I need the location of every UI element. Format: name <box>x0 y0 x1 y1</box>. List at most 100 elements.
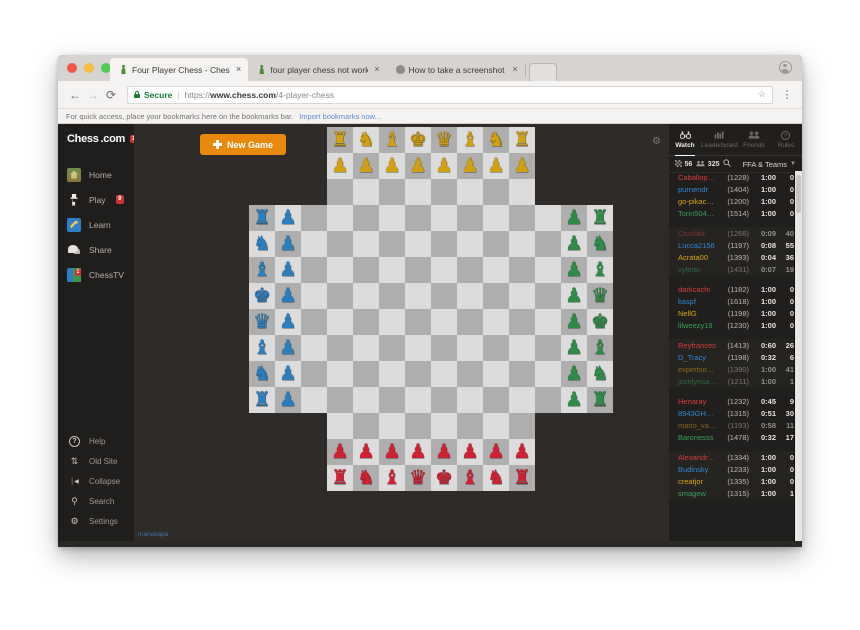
game-group[interactable]: darkcachi (1182) 1:00 0 kaspf (1618) 1:00 0 Nell… <box>669 283 802 331</box>
board-square[interactable] <box>379 283 405 309</box>
chess-piece[interactable]: ♜ <box>587 387 613 413</box>
board-square[interactable] <box>431 361 457 387</box>
chess-piece[interactable]: ♟ <box>561 335 587 361</box>
board-square[interactable] <box>431 257 457 283</box>
board-square[interactable] <box>301 361 327 387</box>
board-square[interactable] <box>405 205 431 231</box>
chess-piece[interactable]: ♛ <box>431 127 457 153</box>
chess-piece[interactable]: ♟ <box>561 309 587 335</box>
close-tab-icon[interactable]: × <box>236 65 241 74</box>
chess-piece[interactable]: ♟ <box>275 335 301 361</box>
board-square[interactable] <box>431 387 457 413</box>
chess-piece[interactable]: ♟ <box>431 153 457 179</box>
board-square[interactable] <box>483 387 509 413</box>
chess-piece[interactable]: ♝ <box>379 465 405 491</box>
address-bar[interactable]: Secure | https:// www.chess.com /4-playe… <box>127 85 773 104</box>
player-row[interactable]: Henaray (1232) 0:45 9 <box>669 395 802 407</box>
game-group[interactable]: Reyfrances (1413) 0:60 26 D_Tracy (1198) 0:32 6… <box>669 339 802 387</box>
player-row[interactable]: expertsource2 (1390) 1:00 41 <box>669 363 802 375</box>
chess-piece[interactable]: ♟ <box>457 153 483 179</box>
player-row[interactable]: Torin504576 (1514) 1:00 0 <box>669 207 802 219</box>
board-square[interactable] <box>483 179 509 205</box>
chess-piece[interactable]: ♟ <box>275 205 301 231</box>
chess-piece[interactable]: ♞ <box>353 127 379 153</box>
chess-piece[interactable]: ♚ <box>405 127 431 153</box>
sidebar-item-home[interactable]: Home <box>58 162 134 187</box>
chess-piece[interactable]: ♜ <box>587 205 613 231</box>
board-square[interactable] <box>509 179 535 205</box>
board-square[interactable] <box>353 179 379 205</box>
board-square[interactable] <box>509 205 535 231</box>
board-square[interactable] <box>483 413 509 439</box>
board-square[interactable] <box>483 283 509 309</box>
board-square[interactable] <box>535 361 561 387</box>
board-square[interactable] <box>457 205 483 231</box>
minimize-window-button[interactable] <box>84 63 94 73</box>
board-square[interactable] <box>327 387 353 413</box>
board-square[interactable] <box>353 309 379 335</box>
tab-watch[interactable]: Watch <box>669 124 701 156</box>
board-square[interactable] <box>509 413 535 439</box>
player-row[interactable]: D_Tracy (1198) 0:32 6 <box>669 351 802 363</box>
player-row[interactable]: smagew (1315) 1:00 1 <box>669 487 802 499</box>
game-group[interactable]: Henaray (1232) 0:45 9 8943GHWRGW3... (1315) 0:… <box>669 395 802 443</box>
chess-piece[interactable]: ♟ <box>483 439 509 465</box>
board-square[interactable] <box>353 283 379 309</box>
board-square[interactable] <box>327 205 353 231</box>
board-square[interactable] <box>353 361 379 387</box>
board-square[interactable] <box>327 231 353 257</box>
chess-piece[interactable]: ♝ <box>379 127 405 153</box>
board-square[interactable] <box>353 205 379 231</box>
board-square[interactable] <box>535 231 561 257</box>
board-square[interactable] <box>405 335 431 361</box>
board-square[interactable] <box>327 179 353 205</box>
tab-rules[interactable]: ? Rules <box>770 124 802 155</box>
board-square[interactable] <box>509 231 535 257</box>
board-square[interactable] <box>457 335 483 361</box>
board-square[interactable] <box>405 257 431 283</box>
chess-piece[interactable]: ♞ <box>353 465 379 491</box>
board-square[interactable] <box>301 205 327 231</box>
game-group[interactable]: Caballoprieto (1228) 1:00 0 purnendr (1404) 1:… <box>669 171 802 219</box>
board-square[interactable] <box>509 387 535 413</box>
chess-piece[interactable]: ♝ <box>587 335 613 361</box>
board-square[interactable] <box>535 283 561 309</box>
chess-piece[interactable]: ♝ <box>457 465 483 491</box>
chess-piece[interactable]: ♞ <box>483 127 509 153</box>
board-square[interactable] <box>535 387 561 413</box>
board-square[interactable] <box>483 231 509 257</box>
board-square[interactable] <box>301 257 327 283</box>
sidebar-item-old-site[interactable]: ⇅ Old Site <box>58 451 134 471</box>
board-square[interactable] <box>353 335 379 361</box>
board-square[interactable] <box>509 361 535 387</box>
board-square[interactable] <box>327 283 353 309</box>
close-window-button[interactable] <box>67 63 77 73</box>
chess-piece[interactable]: ♟ <box>561 205 587 231</box>
board-square[interactable] <box>483 309 509 335</box>
board-square[interactable] <box>431 335 457 361</box>
board-square[interactable] <box>509 257 535 283</box>
chess-piece[interactable]: ♟ <box>275 283 301 309</box>
player-row[interactable]: Acrata00 (1393) 0:04 36 <box>669 251 802 263</box>
board-square[interactable] <box>431 309 457 335</box>
player-row[interactable]: Budinsky (1233) 1:00 0 <box>669 463 802 475</box>
chess-piece[interactable]: ♟ <box>561 387 587 413</box>
four-player-chess-board[interactable]: ♜ ♞ ♝ ♚ ♛ ♝ ♞ ♜ ♟ ♟ ♟ ♟ ♟ ♟ ♟ ♟ ♜ ♞ ♝ ♚ ♛ ♝ ♞ ♜ ♟ ♟ ♟ ♟ ♟ ♟ ♟ ♟ ♟ ♟ ♟ ♟ ♟ ♟ ♟ ♟… <box>249 127 613 491</box>
forward-icon[interactable]: → <box>84 88 102 102</box>
board-square[interactable] <box>457 387 483 413</box>
sidebar-item-search[interactable]: ⚲ Search <box>58 491 134 511</box>
game-group[interactable]: AlexandruTanas (1334) 1:00 0 Budinsky (1233) 1… <box>669 451 802 499</box>
chess-piece[interactable]: ♜ <box>509 127 535 153</box>
chess-piece[interactable]: ♝ <box>249 257 275 283</box>
import-bookmarks-link[interactable]: Import bookmarks now... <box>299 112 381 121</box>
chess-piece[interactable]: ♛ <box>405 465 431 491</box>
chess-piece[interactable]: ♝ <box>587 257 613 283</box>
board-square[interactable] <box>379 309 405 335</box>
chess-piece[interactable]: ♟ <box>353 439 379 465</box>
player-row[interactable]: go-pikachu11 (1200) 1:00 0 <box>669 195 802 207</box>
board-square[interactable] <box>405 309 431 335</box>
player-row[interactable]: vyhnto (1431) 0:07 19 <box>669 263 802 275</box>
board-square[interactable] <box>327 335 353 361</box>
board-square[interactable] <box>457 179 483 205</box>
chess-piece[interactable]: ♟ <box>275 361 301 387</box>
